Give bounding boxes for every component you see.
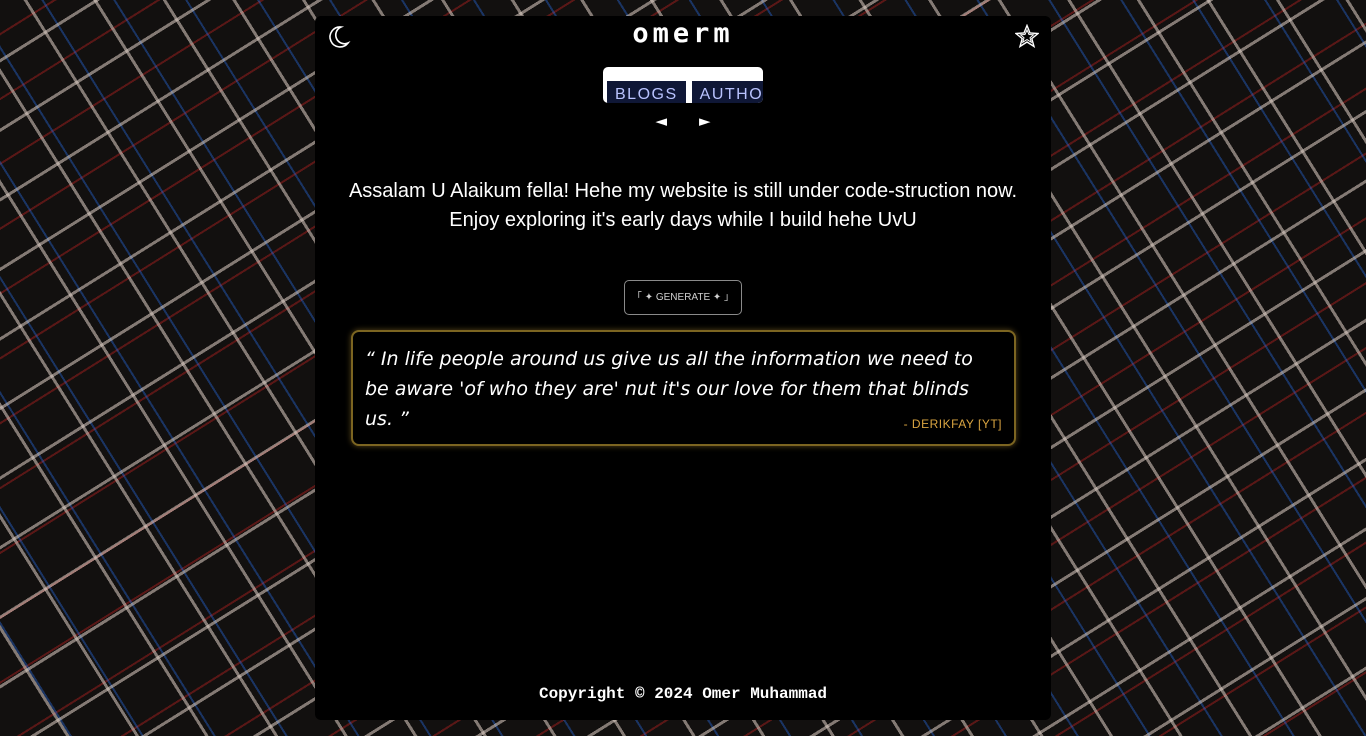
site-title[interactable]: omerm [315, 18, 1051, 49]
generate-button[interactable]: 「 ✦ GENERATE ✦ 」 [624, 280, 742, 315]
nav-arrows: ◄ ► [315, 112, 1051, 130]
footer-copyright: Copyright © 2024 Omer Muhammad [538, 685, 828, 703]
main-panel: omerm BLOGSAUTHOR ◄► Assalam U Alaikum f… [315, 16, 1051, 720]
quote-author: - DERIKFAY [YT] [903, 417, 1002, 431]
nav-prev-button[interactable]: ◄ [655, 112, 667, 130]
nav-tabs: BLOGSAUTHOR [603, 67, 763, 103]
quote-card: “ In life people around us give us all t… [351, 330, 1016, 446]
intro-text: Assalam U Alaikum fella! Hehe my website… [348, 180, 1018, 231]
pentagram-icon[interactable] [1015, 24, 1039, 48]
nav-item-author[interactable]: AUTHOR [691, 81, 763, 103]
nav-item-blogs[interactable]: BLOGS [607, 81, 686, 103]
nav-next-button[interactable]: ► [699, 112, 711, 130]
